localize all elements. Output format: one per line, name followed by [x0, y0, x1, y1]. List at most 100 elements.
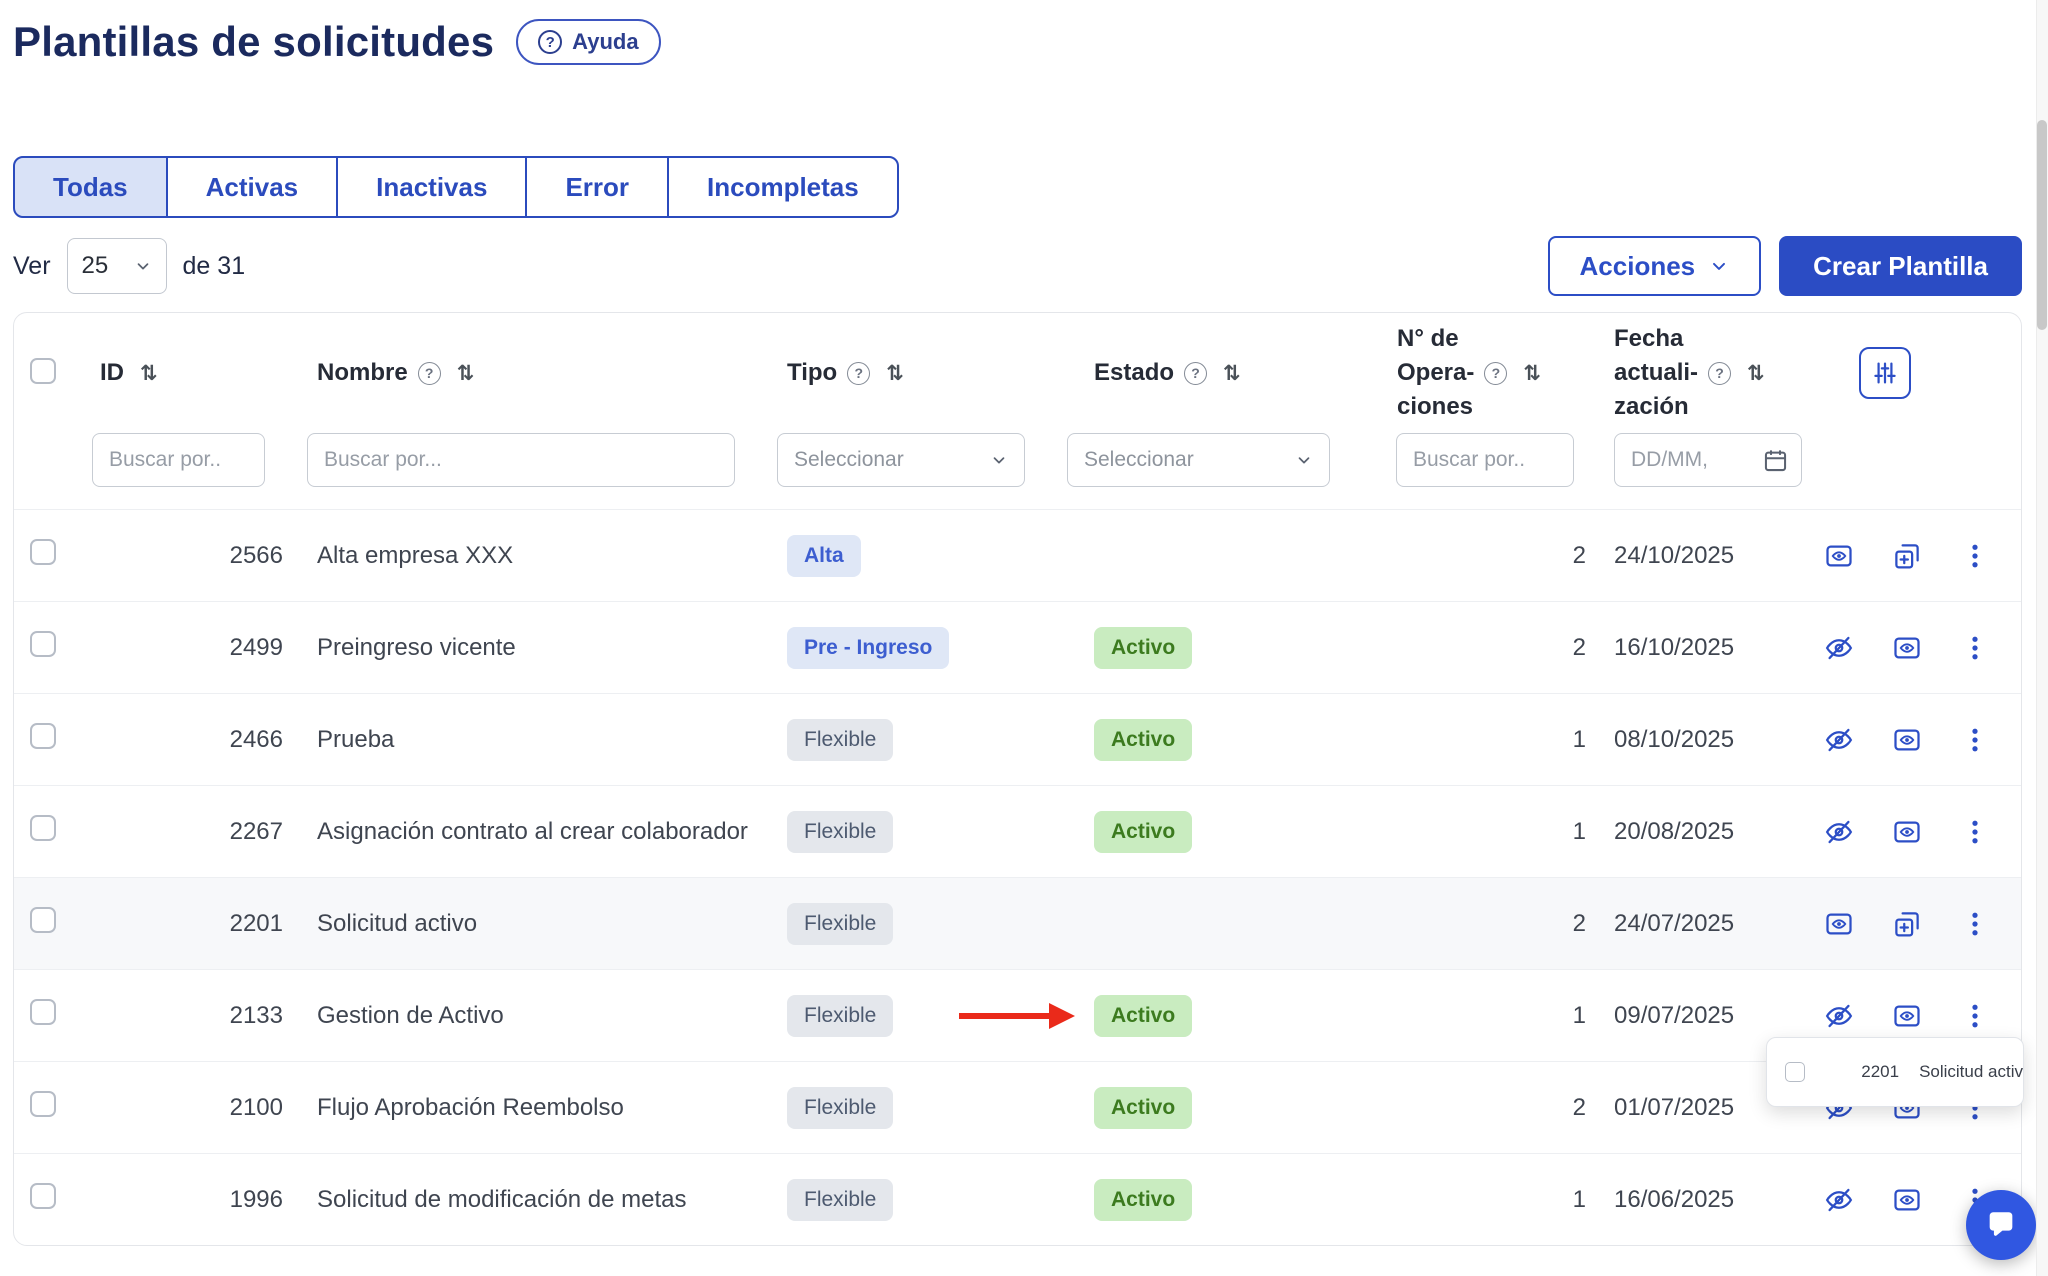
ayuda-label: Ayuda	[572, 29, 638, 55]
preview-icon[interactable]	[1891, 1000, 1923, 1032]
row-nombre: Gestion de Activo	[289, 999, 759, 1033]
column-header-nombre: Nombre ? ⇅	[289, 359, 759, 387]
help-icon[interactable]: ?	[418, 362, 441, 385]
filter-operaciones-input[interactable]	[1396, 433, 1574, 487]
deactivate-eye-off-icon[interactable]	[1823, 816, 1855, 848]
tab-incompletas[interactable]: Incompletas	[667, 156, 899, 218]
preview-icon[interactable]	[1823, 540, 1855, 572]
row-checkbox[interactable]	[30, 999, 56, 1025]
select-all-checkbox[interactable]	[30, 358, 56, 384]
duplicate-icon[interactable]	[1891, 540, 1923, 572]
row-operaciones: 1	[1354, 726, 1594, 754]
filter-tipo-select[interactable]: Seleccionar	[777, 433, 1025, 487]
row-nombre: Alta empresa XXX	[289, 539, 759, 573]
scrollbar-track[interactable]	[2036, 0, 2048, 1276]
row-id: 2100	[74, 1094, 289, 1122]
filter-fecha-input[interactable]	[1614, 433, 1802, 487]
filter-estado-select[interactable]: Seleccionar	[1067, 433, 1330, 487]
row-fecha: 16/06/2025	[1594, 1186, 1804, 1214]
ayuda-button[interactable]: ? Ayuda	[516, 19, 660, 65]
row-nombre: Prueba	[289, 723, 759, 757]
crear-plantilla-button[interactable]: Crear Plantilla	[1779, 236, 2022, 296]
page-size-select[interactable]: 25	[67, 238, 167, 294]
row-checkbox[interactable]	[30, 1091, 56, 1117]
tipo-badge: Flexible	[787, 1087, 893, 1129]
row-fecha: 08/10/2025	[1594, 726, 1804, 754]
column-settings-button[interactable]	[1859, 347, 1911, 399]
tab-inactivas[interactable]: Inactivas	[336, 156, 527, 218]
row-checkbox[interactable]	[30, 1183, 56, 1209]
table-row: 2499 Preingreso vicente Pre - Ingreso Ac…	[14, 601, 2021, 693]
column-header-fecha: Fecha actuali- zación ? ⇅	[1594, 322, 1804, 424]
deactivate-eye-off-icon[interactable]	[1823, 632, 1855, 664]
kebab-menu-icon[interactable]	[1959, 908, 1991, 940]
sort-icon[interactable]: ⇅	[886, 361, 904, 385]
tab-todas[interactable]: Todas	[13, 156, 168, 218]
row-nombre: Flujo Aprobación Reembolso	[289, 1091, 759, 1125]
deactivate-eye-off-icon[interactable]	[1823, 724, 1855, 756]
table-row: 2267 Asignación contrato al crear colabo…	[14, 785, 2021, 877]
row-checkbox[interactable]	[30, 723, 56, 749]
preview-icon[interactable]	[1891, 632, 1923, 664]
preview-icon[interactable]	[1823, 908, 1855, 940]
row-operaciones: 2	[1354, 1094, 1594, 1122]
filter-id-input[interactable]	[92, 433, 265, 487]
templates-table: ID ⇅ Nombre ? ⇅ Tipo ? ⇅ Estado ? ⇅ N° d…	[13, 312, 2022, 1246]
sort-icon[interactable]: ⇅	[1223, 361, 1241, 385]
chat-launcher-button[interactable]	[1966, 1190, 2036, 1260]
row-operaciones: 1	[1354, 818, 1594, 846]
row-fecha: 24/10/2025	[1594, 542, 1804, 570]
row-nombre: Preingreso vicente	[289, 631, 759, 665]
kebab-menu-icon[interactable]	[1959, 724, 1991, 756]
tune-icon	[1871, 359, 1899, 387]
column-header-id: ID ⇅	[74, 359, 289, 387]
preview-icon[interactable]	[1891, 1184, 1923, 1216]
help-icon[interactable]: ?	[1708, 362, 1731, 385]
kebab-menu-icon[interactable]	[1959, 540, 1991, 572]
fecha-text-input[interactable]	[1631, 448, 1754, 472]
deactivate-eye-off-icon[interactable]	[1823, 1000, 1855, 1032]
tipo-badge: Flexible	[787, 811, 893, 853]
help-icon[interactable]: ?	[1484, 362, 1507, 385]
row-checkbox[interactable]	[30, 815, 56, 841]
tab-error[interactable]: Error	[525, 156, 669, 218]
sort-icon[interactable]: ⇅	[1747, 361, 1765, 385]
preview-icon[interactable]	[1891, 724, 1923, 756]
row-id: 2566	[74, 542, 289, 570]
row-operaciones: 2	[1354, 910, 1594, 938]
sort-icon[interactable]: ⇅	[457, 361, 475, 385]
estado-badge: Activo	[1094, 1087, 1192, 1129]
acciones-button[interactable]: Acciones	[1548, 236, 1762, 296]
column-header-estado: Estado ? ⇅	[1049, 359, 1354, 387]
tipo-badge: Flexible	[787, 719, 893, 761]
estado-badge: Activo	[1094, 995, 1192, 1037]
row-checkbox[interactable]	[30, 539, 56, 565]
scrollbar-thumb[interactable]	[2037, 120, 2047, 330]
sort-icon[interactable]: ⇅	[1523, 361, 1541, 385]
row-id: 2133	[74, 1002, 289, 1030]
sort-icon[interactable]: ⇅	[140, 361, 158, 385]
duplicate-icon[interactable]	[1891, 908, 1923, 940]
tab-activas[interactable]: Activas	[166, 156, 339, 218]
help-icon[interactable]: ?	[1184, 362, 1207, 385]
chevron-down-icon	[134, 257, 152, 275]
table-row: 2100 Flujo Aprobación Reembolso Flexible…	[14, 1061, 2021, 1153]
row-checkbox[interactable]	[30, 631, 56, 657]
calendar-icon[interactable]	[1762, 447, 1789, 474]
chevron-down-icon	[990, 451, 1008, 469]
chevron-down-icon	[1295, 451, 1313, 469]
row-nombre: Solicitud activo	[289, 907, 759, 941]
kebab-menu-icon[interactable]	[1959, 816, 1991, 848]
help-icon[interactable]: ?	[847, 362, 870, 385]
page: Plantillas de solicitudes ? Ayuda Todas …	[13, 0, 2022, 1246]
page-title: Plantillas de solicitudes	[13, 18, 494, 66]
row-id: 2201	[74, 910, 289, 938]
table-row: 2201 Solicitud activo Flexible 2 24/07/2…	[14, 877, 2021, 969]
deactivate-eye-off-icon[interactable]	[1823, 1184, 1855, 1216]
estado-badge: Activo	[1094, 1179, 1192, 1221]
preview-icon[interactable]	[1891, 816, 1923, 848]
filter-nombre-input[interactable]	[307, 433, 735, 487]
kebab-menu-icon[interactable]	[1959, 1000, 1991, 1032]
row-checkbox[interactable]	[30, 907, 56, 933]
kebab-menu-icon[interactable]	[1959, 632, 1991, 664]
